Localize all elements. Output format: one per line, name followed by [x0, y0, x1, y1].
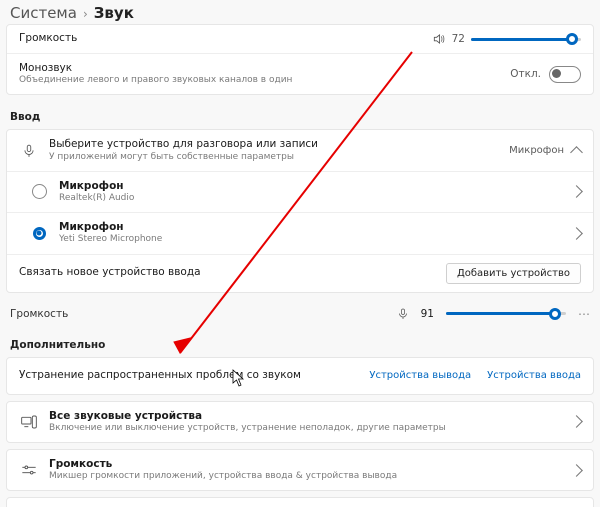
chevron-right-icon	[570, 415, 583, 428]
mono-audio-title: Монозвук	[19, 62, 500, 75]
input-device-name: Микрофон	[59, 180, 562, 193]
input-device-row[interactable]: Выберите устройство для разговора или за…	[7, 130, 593, 170]
output-volume-label: Громкость	[19, 32, 422, 45]
input-device-subtitle: У приложений могут быть собственные пара…	[49, 152, 499, 163]
troubleshoot-card: Устранение распространенных проблем со з…	[6, 357, 594, 395]
input-selected-label: Микрофон	[509, 145, 564, 156]
chevron-up-icon	[570, 146, 583, 159]
all-devices-subtitle: Включение или выключение устройств, устр…	[49, 423, 562, 434]
pair-device-row: Связать новое устройство ввода Добавить …	[7, 254, 593, 292]
output-devices-link[interactable]: Устройства вывода	[369, 370, 471, 381]
input-volume-value: 91	[421, 308, 434, 320]
mono-audio-subtitle: Объединение левого и правого звуковых ка…	[19, 75, 500, 86]
input-volume-label: Громкость	[10, 308, 385, 320]
chevron-right-icon	[570, 464, 583, 477]
mono-audio-state: Откл.	[510, 68, 541, 80]
input-device-name: Микрофон	[59, 221, 562, 234]
mixer-icon	[19, 463, 39, 477]
breadcrumb-current: Звук	[94, 4, 134, 22]
radio-unselected-icon[interactable]	[32, 184, 47, 199]
advanced-section-header: Дополнительно	[6, 329, 594, 357]
microphone-icon	[397, 307, 409, 321]
chevron-right-icon	[570, 186, 583, 199]
volume-mixer-subtitle: Микшер громкости приложений, устройства …	[49, 471, 562, 482]
more-icon[interactable]: ⋯	[578, 307, 590, 321]
volume-mixer-title: Громкость	[49, 458, 562, 471]
input-settings-card: Выберите устройство для разговора или за…	[6, 129, 594, 292]
input-volume-slider[interactable]	[446, 307, 566, 321]
radio-selected-icon[interactable]	[33, 227, 46, 240]
input-volume-row: Громкость 91 ⋯	[6, 299, 594, 329]
input-device-sub: Realtek(R) Audio	[59, 193, 562, 204]
breadcrumb-parent[interactable]: Система	[10, 4, 77, 22]
microphone-icon	[19, 143, 39, 159]
pair-device-label: Связать новое устройство ввода	[19, 266, 436, 279]
input-devices-link[interactable]: Устройства ввода	[487, 370, 581, 381]
volume-mixer-card[interactable]: Громкость Микшер громкости приложений, у…	[6, 449, 594, 491]
output-volume-slider[interactable]	[471, 32, 581, 46]
chevron-right-icon	[570, 227, 583, 240]
devices-icon	[19, 415, 39, 429]
mono-audio-toggle[interactable]	[549, 66, 581, 83]
input-device-option-1[interactable]: Микрофон Yeti Stereo Microphone	[7, 212, 593, 253]
input-device-title: Выберите устройство для разговора или за…	[49, 138, 499, 151]
all-devices-card[interactable]: Все звуковые устройства Включение или вы…	[6, 401, 594, 443]
input-device-sub: Yeti Stereo Microphone	[59, 234, 562, 245]
breadcrumb-separator: ›	[83, 7, 88, 21]
output-settings-card: Громкость 72 Монозвук Объединение левого…	[6, 24, 594, 95]
all-devices-title: Все звуковые устройства	[49, 410, 562, 423]
output-volume-value: 72	[452, 33, 465, 45]
troubleshoot-label: Устранение распространенных проблем со з…	[19, 369, 359, 382]
input-device-option-0[interactable]: Микрофон Realtek(R) Audio	[7, 171, 593, 212]
add-device-button[interactable]: Добавить устройство	[446, 263, 581, 284]
speaker-icon	[432, 32, 446, 46]
more-sound-settings-card[interactable]: Дополнительные параметры звука	[6, 497, 594, 507]
input-section-header: Ввод	[6, 101, 594, 129]
